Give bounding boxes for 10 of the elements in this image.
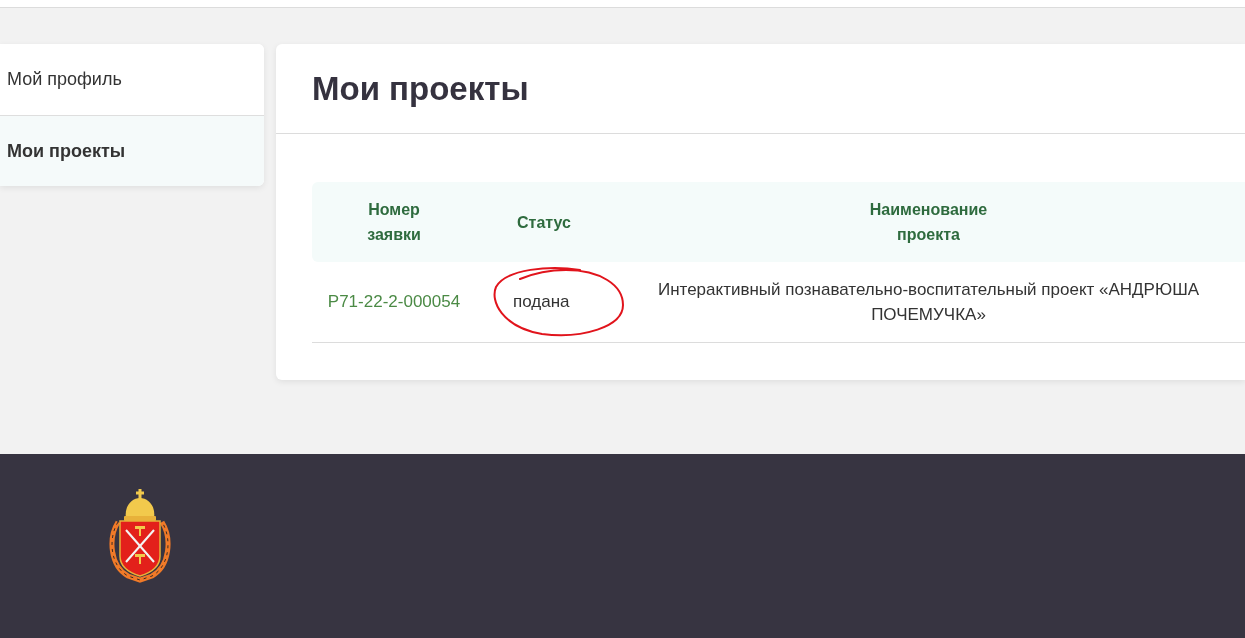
column-header: Наименование проекта <box>869 200 988 245</box>
page-title: Мои проекты <box>312 69 529 108</box>
coat-of-arms-icon <box>108 488 172 583</box>
sidebar-item[interactable]: Мои проекты <box>0 115 264 186</box>
application-number-link[interactable]: Р71-22-2-000054 <box>327 292 461 312</box>
project-name: Интерактивный познавательно-воспитательный проект «АНДРЮША ПОЧЕМУЧКА» <box>656 279 1201 326</box>
column-header: Номер заявки <box>367 200 421 245</box>
status-text: подана <box>513 292 570 312</box>
sidebar-item[interactable]: Мой профиль <box>0 44 264 115</box>
column-header: Статус <box>517 212 571 233</box>
